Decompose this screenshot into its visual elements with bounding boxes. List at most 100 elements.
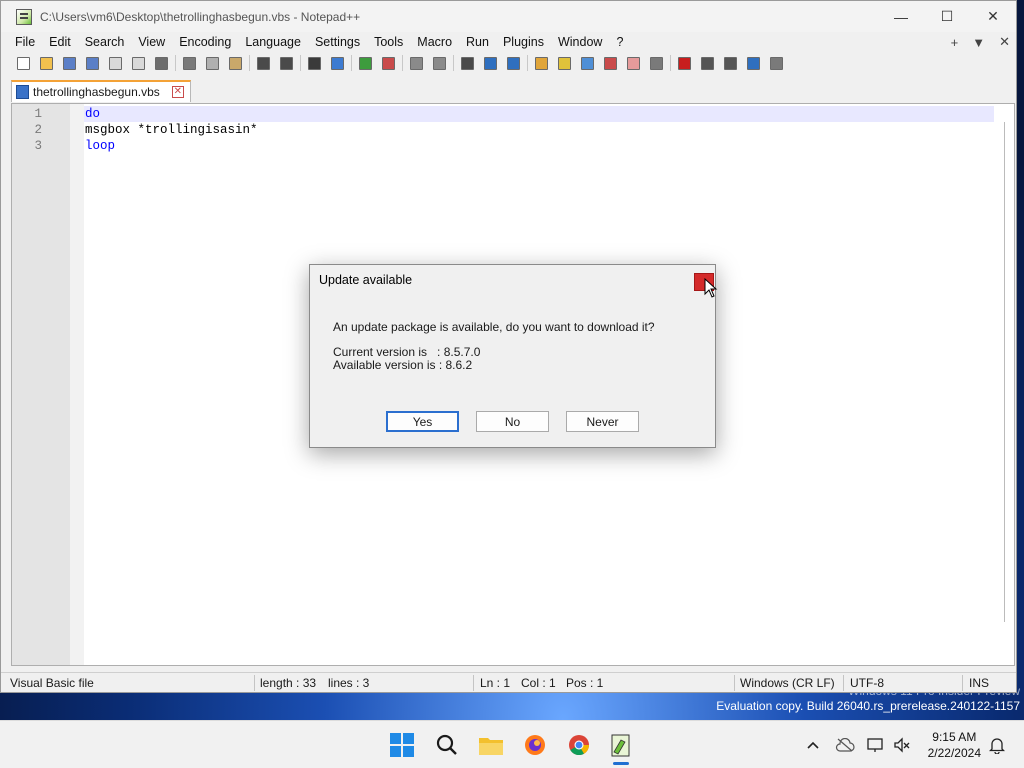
save-macro-icon[interactable] bbox=[767, 54, 785, 72]
firefox-button[interactable] bbox=[519, 729, 551, 761]
update-dialog: Update available An update package is av… bbox=[309, 264, 716, 448]
clock-date: 2/22/2024 bbox=[927, 746, 981, 760]
redo-icon[interactable] bbox=[277, 54, 295, 72]
status-file-type: Visual Basic file bbox=[10, 676, 94, 690]
menu-language[interactable]: Language bbox=[238, 35, 308, 49]
zoom-in-icon[interactable] bbox=[356, 54, 374, 72]
search-button[interactable] bbox=[431, 729, 463, 761]
notepadpp-taskbar-button[interactable] bbox=[605, 729, 637, 761]
function-list-icon[interactable] bbox=[601, 54, 619, 72]
vertical-scrollbar[interactable] bbox=[1004, 122, 1012, 622]
menu-encoding[interactable]: Encoding bbox=[172, 35, 238, 49]
menu-tools[interactable]: Tools bbox=[367, 35, 410, 49]
notification-bell-icon[interactable] bbox=[987, 735, 1007, 755]
taskbar: 9:15 AM 2/22/2024 bbox=[0, 720, 1024, 768]
word-wrap-icon[interactable] bbox=[458, 54, 476, 72]
close-button[interactable]: ✕ bbox=[970, 1, 1016, 32]
menu-file[interactable]: File bbox=[8, 35, 42, 49]
save-all-icon[interactable] bbox=[83, 54, 101, 72]
yes-button[interactable]: Yes bbox=[386, 411, 459, 432]
title-bar[interactable]: C:\Users\vm6\Desktop\thetrollinghasbegun… bbox=[1, 1, 1016, 32]
xml-icon[interactable] bbox=[555, 54, 573, 72]
menu-settings[interactable]: Settings bbox=[308, 35, 367, 49]
cut-icon[interactable] bbox=[180, 54, 198, 72]
running-indicator bbox=[613, 762, 629, 765]
cloud-offline-icon[interactable] bbox=[835, 735, 855, 755]
menu-macro[interactable]: Macro bbox=[410, 35, 459, 49]
close-icon[interactable] bbox=[106, 54, 124, 72]
find-icon[interactable] bbox=[305, 54, 323, 72]
paste-icon[interactable] bbox=[226, 54, 244, 72]
show-hidden-icons-chevron-icon[interactable] bbox=[803, 735, 823, 755]
undo-icon[interactable] bbox=[254, 54, 272, 72]
folder-icon bbox=[479, 738, 503, 755]
toolbar-separator bbox=[175, 55, 176, 71]
search-icon bbox=[436, 734, 457, 755]
menu-window[interactable]: Window bbox=[551, 35, 609, 49]
code-line[interactable]: 2 msgbox *trollingisasin* bbox=[12, 122, 1014, 138]
open-file-icon[interactable] bbox=[37, 54, 55, 72]
menu-search[interactable]: Search bbox=[78, 35, 132, 49]
code-text: do bbox=[85, 107, 101, 121]
chrome-button[interactable] bbox=[563, 729, 595, 761]
maximize-button[interactable]: ☐ bbox=[924, 1, 970, 32]
code-line[interactable]: 1 do bbox=[12, 106, 1014, 122]
monitoring-icon[interactable] bbox=[647, 54, 665, 72]
file-explorer-button[interactable] bbox=[475, 729, 507, 761]
never-button[interactable]: Never bbox=[566, 411, 639, 432]
copy-icon[interactable] bbox=[203, 54, 221, 72]
menu-plugins[interactable]: Plugins bbox=[496, 35, 551, 49]
sync-horizontal-icon[interactable] bbox=[430, 54, 448, 72]
record-macro-icon[interactable] bbox=[675, 54, 693, 72]
line-number-gutter bbox=[12, 104, 70, 665]
system-clock[interactable]: 9:15 AM 2/22/2024 bbox=[928, 729, 981, 761]
zoom-out-icon[interactable] bbox=[379, 54, 397, 72]
tab-close-icon[interactable]: ✕ bbox=[171, 86, 184, 98]
menu-edit[interactable]: Edit bbox=[42, 35, 78, 49]
code-lines: 1 do 2 msgbox *trollingisasin* 3 loop bbox=[12, 106, 1014, 154]
start-button[interactable] bbox=[386, 729, 418, 761]
status-insert-mode: INS bbox=[969, 676, 990, 690]
user-language-icon[interactable] bbox=[532, 54, 550, 72]
status-lines: lines : 3 bbox=[328, 676, 370, 690]
toolbar-separator bbox=[351, 55, 352, 71]
menu-help[interactable]: ? bbox=[609, 35, 630, 49]
close-document-icon[interactable]: ✕ bbox=[999, 34, 1010, 50]
sync-vertical-icon[interactable] bbox=[407, 54, 425, 72]
version-info: Current version is : 8.5.7.0 Available v… bbox=[333, 346, 480, 372]
status-column: Col : 1 bbox=[521, 676, 556, 690]
playback-macro-icon[interactable] bbox=[721, 54, 739, 72]
tab-list-dropdown-icon[interactable]: ▼ bbox=[972, 35, 985, 50]
network-icon[interactable] bbox=[866, 735, 886, 755]
status-line: Ln : 1 bbox=[480, 676, 511, 690]
tab-thetrollinghasbegun[interactable]: thetrollinghasbegun.vbs ✕ bbox=[11, 80, 191, 102]
folder-workspace-icon[interactable] bbox=[624, 54, 642, 72]
document-map-icon[interactable] bbox=[578, 54, 596, 72]
notepadpp-app-icon[interactable] bbox=[16, 8, 32, 25]
stop-recording-icon[interactable] bbox=[698, 54, 716, 72]
tab-label: thetrollinghasbegun.vbs bbox=[33, 85, 160, 99]
code-line[interactable]: 3 loop bbox=[12, 138, 1014, 154]
replace-icon[interactable] bbox=[328, 54, 346, 72]
volume-muted-icon[interactable] bbox=[892, 735, 912, 755]
save-icon[interactable] bbox=[60, 54, 78, 72]
menu-view[interactable]: View bbox=[131, 35, 172, 49]
print-icon[interactable] bbox=[152, 54, 170, 72]
status-encoding: UTF-8 bbox=[850, 676, 884, 690]
run-macro-multiple-icon[interactable] bbox=[744, 54, 762, 72]
minimize-button[interactable]: — bbox=[878, 1, 924, 32]
toolbar-separator bbox=[527, 55, 528, 71]
show-all-chars-icon[interactable] bbox=[481, 54, 499, 72]
notepadpp-icon bbox=[611, 734, 630, 757]
menu-run[interactable]: Run bbox=[459, 35, 496, 49]
line-number: 1 bbox=[34, 107, 42, 121]
dialog-message: An update package is available, do you w… bbox=[333, 320, 655, 334]
new-tab-icon[interactable]: + bbox=[951, 35, 959, 50]
indent-guide-icon[interactable] bbox=[504, 54, 522, 72]
close-all-icon[interactable] bbox=[129, 54, 147, 72]
no-button[interactable]: No bbox=[476, 411, 549, 432]
window-title: C:\Users\vm6\Desktop\thetrollinghasbegun… bbox=[40, 9, 361, 24]
status-bar: Visual Basic file length : 33 lines : 3 … bbox=[1, 672, 1016, 693]
new-file-icon[interactable] bbox=[14, 54, 32, 72]
toolbar-separator bbox=[670, 55, 671, 71]
